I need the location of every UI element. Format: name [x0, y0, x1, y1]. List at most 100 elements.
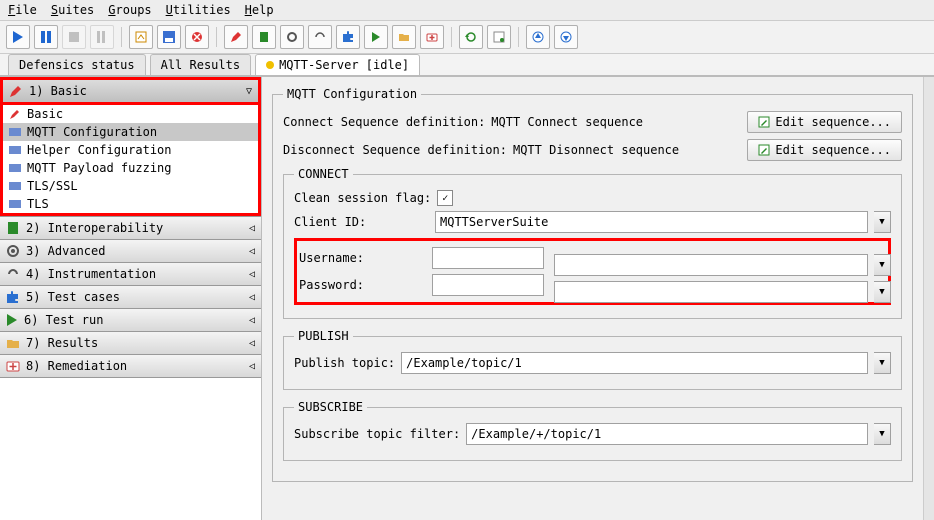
sidebar-item-interop[interactable]: 2) Interoperability◁	[0, 217, 261, 239]
edit-icon	[758, 144, 770, 156]
subscribe-group: SUBSCRIBE Subscribe topic filter: /Examp…	[283, 400, 902, 461]
sidebar-basic-subitems: Basic MQTT Configuration Helper Configur…	[0, 102, 261, 216]
app-window: File Suites Groups Utilities Help Defen	[0, 0, 934, 520]
menu-suites[interactable]: Suites	[51, 3, 94, 17]
play-icon	[6, 314, 18, 326]
mqtt-config-group: MQTT Configuration Connect Sequence defi…	[272, 87, 913, 482]
sidebar-item-results[interactable]: 7) Results◁	[0, 332, 261, 354]
subscribe-filter-input[interactable]: /Example/+/topic/1	[466, 423, 868, 445]
config-icon	[9, 126, 21, 138]
tb-down-icon[interactable]	[554, 25, 578, 49]
username-input[interactable]	[432, 247, 544, 269]
puzzle-icon	[6, 290, 20, 304]
tb-folder-icon[interactable]	[392, 25, 416, 49]
tb-cancel-icon[interactable]	[185, 25, 209, 49]
sidebar: 1) Basic ▽ Basic MQTT Configuration Help…	[0, 77, 262, 520]
folder-icon	[6, 337, 20, 349]
clientid-input[interactable]: MQTTServerSuite	[435, 211, 868, 233]
pause-button[interactable]	[34, 25, 58, 49]
tb-refresh-icon[interactable]	[459, 25, 483, 49]
chip-icon	[6, 221, 20, 235]
sidebar-item-remediation[interactable]: 8) Remediation◁	[0, 355, 261, 377]
menu-help[interactable]: Help	[245, 3, 274, 17]
tb-save-icon[interactable]	[157, 25, 181, 49]
tb-pencil-icon[interactable]	[224, 25, 248, 49]
tb-gear-icon[interactable]	[280, 25, 304, 49]
tab-mqtt-server[interactable]: MQTT-Server [idle]	[255, 54, 420, 75]
subscribe-legend: SUBSCRIBE	[294, 400, 367, 414]
tb-med-icon[interactable]	[420, 25, 444, 49]
sidebar-item-testcases[interactable]: 5) Test cases◁	[0, 286, 261, 308]
config-icon	[9, 198, 21, 210]
edit-sequence-button-2[interactable]: Edit sequence...	[747, 139, 902, 161]
publish-legend: PUBLISH	[294, 329, 353, 343]
username-input-ext[interactable]	[554, 254, 868, 276]
tb-up-icon[interactable]	[526, 25, 550, 49]
sidebar-sub-tls[interactable]: TLS	[3, 195, 258, 213]
publish-topic-input[interactable]: /Example/topic/1	[401, 352, 868, 374]
tb-doc-icon[interactable]	[129, 25, 153, 49]
chevron-left-icon: ◁	[249, 269, 255, 280]
chevron-left-icon: ◁	[249, 361, 255, 372]
disc-seq-value: MQTT Disonnect sequence	[513, 143, 741, 157]
sidebar-item-advanced[interactable]: 3) Advanced◁	[0, 240, 261, 262]
mqtt-config-legend: MQTT Configuration	[283, 87, 421, 101]
publish-topic-label: Publish topic:	[294, 356, 395, 370]
play-button[interactable]	[6, 25, 30, 49]
config-icon	[9, 180, 21, 192]
password-input[interactable]	[432, 274, 544, 296]
publish-topic-dropdown[interactable]: ▼	[874, 352, 891, 374]
tab-defensics-status[interactable]: Defensics status	[8, 54, 146, 75]
menu-groups[interactable]: Groups	[108, 3, 151, 17]
password-dropdown[interactable]: ▼	[874, 281, 891, 303]
scrollbar[interactable]	[923, 77, 934, 520]
menu-utilities[interactable]: Utilities	[166, 3, 231, 17]
clean-session-label: Clean session flag:	[294, 191, 431, 205]
medkit-icon	[6, 360, 20, 372]
menubar: File Suites Groups Utilities Help	[0, 0, 934, 20]
sidebar-item-basic[interactable]: 1) Basic ▽	[0, 77, 261, 102]
chevron-left-icon: ◁	[249, 246, 255, 257]
chevron-left-icon: ◁	[249, 223, 255, 234]
tab-all-results[interactable]: All Results	[150, 54, 251, 75]
status-dot-icon	[266, 61, 274, 69]
conn-seq-value: MQTT Connect sequence	[491, 115, 741, 129]
sidebar-sub-payload-fuzz[interactable]: MQTT Payload fuzzing	[3, 159, 258, 177]
tb-play-small-icon[interactable]	[364, 25, 388, 49]
password-input-ext[interactable]	[554, 281, 868, 303]
tb-sheet-icon[interactable]	[487, 25, 511, 49]
password-label: Password:	[299, 278, 426, 292]
chevron-left-icon: ◁	[249, 338, 255, 349]
content-panel: MQTT Configuration Connect Sequence defi…	[262, 77, 923, 520]
username-dropdown[interactable]: ▼	[874, 254, 891, 276]
disc-seq-label: Disconnect Sequence definition:	[283, 143, 507, 157]
edit-sequence-button[interactable]: Edit sequence...	[747, 111, 902, 133]
tabbar: Defensics status All Results MQTT-Server…	[0, 54, 934, 76]
tb-puzzle-icon[interactable]	[336, 25, 360, 49]
connect-group: CONNECT Clean session flag: ✓ Client ID:…	[283, 167, 902, 319]
menu-file[interactable]: File	[8, 3, 37, 17]
tb-chip-icon[interactable]	[252, 25, 276, 49]
sidebar-sub-helper-config[interactable]: Helper Configuration	[3, 141, 258, 159]
stop-button	[62, 25, 86, 49]
subscribe-filter-label: Subscribe topic filter:	[294, 427, 460, 441]
toolbar	[0, 21, 934, 53]
sidebar-sub-tls-ssl[interactable]: TLS/SSL	[3, 177, 258, 195]
step-button	[90, 25, 114, 49]
link-icon	[6, 267, 20, 281]
username-label: Username:	[299, 251, 426, 265]
clientid-dropdown[interactable]: ▼	[874, 211, 891, 233]
sidebar-item-instrumentation[interactable]: 4) Instrumentation◁	[0, 263, 261, 285]
subscribe-filter-dropdown[interactable]: ▼	[874, 423, 891, 445]
sidebar-sub-basic[interactable]: Basic	[3, 105, 258, 123]
publish-group: PUBLISH Publish topic: /Example/topic/1 …	[283, 329, 902, 390]
edit-icon	[758, 116, 770, 128]
config-icon	[9, 144, 21, 156]
sidebar-sub-mqtt-config[interactable]: MQTT Configuration	[3, 123, 258, 141]
connect-legend: CONNECT	[294, 167, 353, 181]
tb-link-icon[interactable]	[308, 25, 332, 49]
clientid-label: Client ID:	[294, 215, 429, 229]
clean-session-checkbox[interactable]: ✓	[437, 190, 453, 206]
gear-icon	[6, 244, 20, 258]
sidebar-item-testrun[interactable]: 6) Test run◁	[0, 309, 261, 331]
